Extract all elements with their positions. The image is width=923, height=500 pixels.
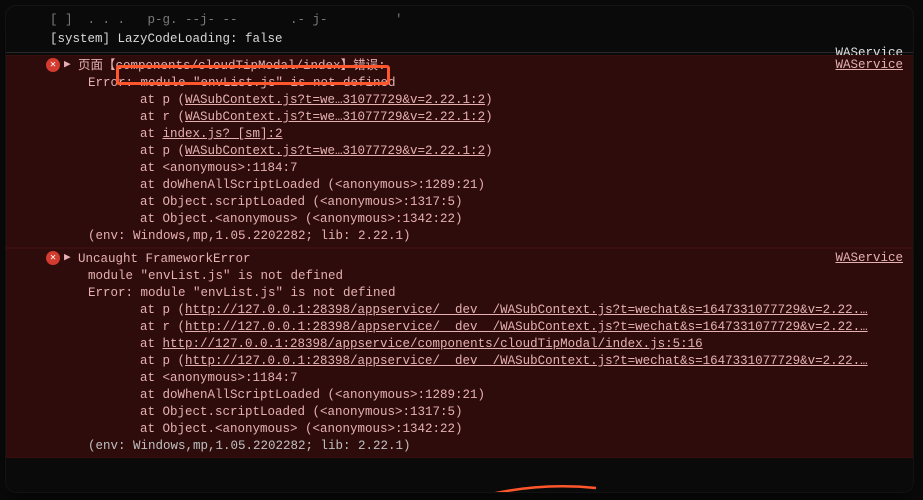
stack-line: at r (WASubContext.js?t=we…31077729&v=2.… (6, 109, 913, 126)
annotation-arrow (6, 458, 913, 492)
stack-line: at Object.scriptLoaded (<anonymous>:1317… (6, 404, 913, 421)
stack-link[interactable]: WASubContext.js?t=we…31077729&v=2.22.1:2 (185, 92, 485, 109)
error-head-row: Uncaught FrameworkError (6, 251, 913, 268)
stack-line: at Object.<anonymous> (<anonymous>:1342:… (6, 421, 913, 438)
error-head-text: Uncaught FrameworkError (78, 251, 251, 268)
stack-line: at http://127.0.0.1:28398/appservice/com… (6, 336, 913, 353)
stack-line: at doWhenAllScriptLoaded (<anonymous>:12… (6, 177, 913, 194)
stack-line: at p (WASubContext.js?t=we…31077729&v=2.… (6, 92, 913, 109)
env-line: (env: Windows,mp,1.05.2202282; lib: 2.22… (6, 438, 913, 455)
stack-link[interactable]: http://127.0.0.1:28398/appservice/compon… (163, 336, 703, 353)
console-panel[interactable]: [ ] . . . p-g. --j- -- .- j- ' [system] … (6, 6, 913, 492)
stack-line: at r (http://127.0.0.1:28398/appservice/… (6, 319, 913, 336)
stack-link[interactable]: WASubContext.js?t=we…31077729&v=2.22.1:2 (185, 109, 485, 126)
stack-line: at index.js? [sm]:2 (6, 126, 913, 143)
devtools-window: [ ] . . . p-g. --j- -- .- j- ' [system] … (6, 6, 913, 492)
stack-line: at p (WASubContext.js?t=we…31077729&v=2.… (6, 143, 913, 160)
top-row-text: [ ] . . . p-g. --j- -- .- j- ' (50, 12, 425, 29)
stack-line: at <anonymous>:1184:7 (6, 370, 913, 387)
error-head-prefix: 页面【 (78, 58, 116, 75)
error-head-suffix: 】错误: (341, 58, 386, 75)
page-wrap: [ ] . . . p-g. --j- -- .- j- ' [system] … (0, 0, 923, 500)
stack-link[interactable]: http://127.0.0.1:28398/appservice/__dev_… (185, 302, 868, 319)
error-line: Error: module "envList.js" is not define… (6, 285, 913, 302)
system-line-text: [system] LazyCodeLoading: false (50, 31, 283, 48)
error-block-1: ✕ ▶ WAService 页面【components/cloudTipModa… (6, 55, 913, 248)
system-line-row: [system] LazyCodeLoading: false (6, 31, 913, 53)
stack-line: at Object.<anonymous> (<anonymous>:1342:… (6, 211, 913, 228)
error-line: module "envList.js" is not defined (6, 268, 913, 285)
console-top-row: [ ] . . . p-g. --j- -- .- j- ' (6, 10, 913, 31)
stack-link[interactable]: http://127.0.0.1:28398/appservice/__dev_… (185, 319, 868, 336)
error-head-path: components/cloudTipModal/index (116, 58, 341, 75)
stack-link[interactable]: WASubContext.js?t=we…31077729&v=2.22.1:2 (185, 143, 485, 160)
stack-line: at p (http://127.0.0.1:28398/appservice/… (6, 302, 913, 319)
env-line: (env: Windows,mp,1.05.2202282; lib: 2.22… (6, 228, 913, 245)
stack-line: at doWhenAllScriptLoaded (<anonymous>:12… (6, 387, 913, 404)
error-block-2: ✕ ▶ WAService Uncaught FrameworkError mo… (6, 248, 913, 458)
error-head-row: 页面【components/cloudTipModal/index】错误: (6, 58, 913, 75)
stack-line: at p (http://127.0.0.1:28398/appservice/… (6, 353, 913, 370)
stack-line: at Object.scriptLoaded (<anonymous>:1317… (6, 194, 913, 211)
stack-line: at <anonymous>:1184:7 (6, 160, 913, 177)
stack-link[interactable]: index.js? [sm]:2 (163, 126, 283, 143)
stack-link[interactable]: http://127.0.0.1:28398/appservice/__dev_… (185, 353, 868, 370)
error-line: Error: module "envList.js" is not define… (6, 75, 913, 92)
